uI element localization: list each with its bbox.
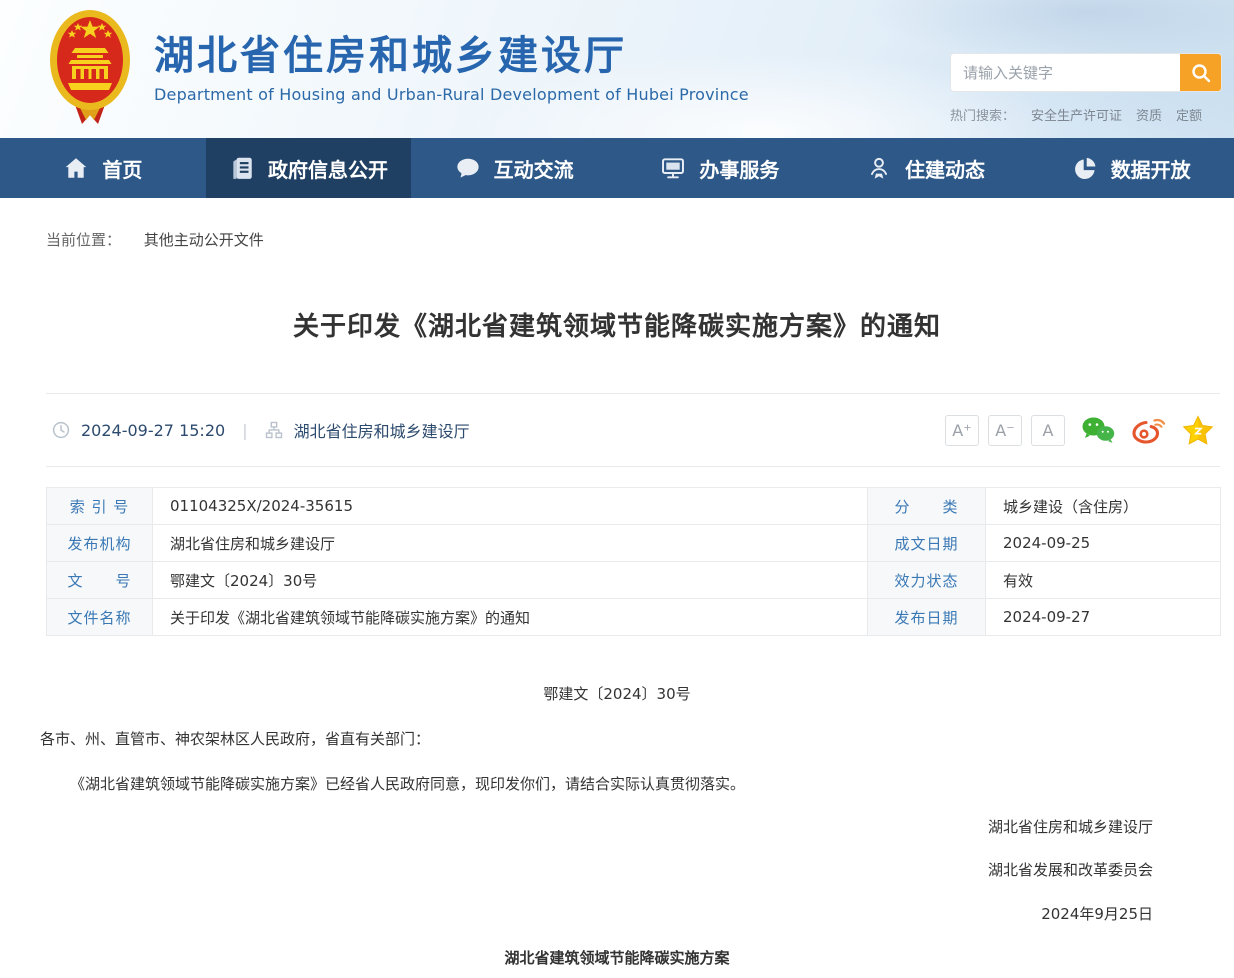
qzone-star-icon[interactable] [1182, 415, 1214, 445]
nav-item-label: 政府信息公开 [268, 154, 388, 183]
nav-item-label: 办事服务 [699, 154, 779, 183]
breadcrumb-current[interactable]: 其他主动公开文件 [144, 231, 264, 249]
hot-search-link[interactable]: 资质 [1136, 105, 1162, 124]
written-date-value: 2024-09-25 [986, 525, 1221, 562]
site-header: 湖北省住房和城乡建设厅 Department of Housing and Ur… [0, 0, 1234, 138]
nav-item-label: 首页 [102, 154, 142, 183]
body-paragraph: 《湖北省建筑领域节能降碳实施方案》已经省人民政府同意，现印发你们，请结合实际认真… [40, 774, 1194, 795]
nav-item-label: 互动交流 [494, 154, 574, 183]
breadcrumb-label: 当前位置： [46, 231, 121, 249]
table-row: 索 引 号 01104325X/2024-35615 分 类 城乡建设（含住房） [47, 488, 1221, 525]
file-name-value: 关于印发《湖北省建筑领域节能降碳实施方案》的通知 [153, 599, 868, 636]
article-title: 关于印发《湖北省建筑领域节能降碳实施方案》的通知 [60, 306, 1174, 343]
article-meta-row: 2024-09-27 15:20 | 湖北省住房和城乡建设厅 A⁺ A⁻ A [46, 393, 1220, 467]
national-emblem-icon [46, 8, 134, 126]
publish-datetime: 2024-09-27 15:20 [81, 421, 225, 440]
attachment-title: 湖北省建筑领域节能降碳实施方案 [40, 948, 1194, 969]
nav-item-label: 住建动态 [905, 154, 985, 183]
nav-item-label: 数据开放 [1111, 154, 1191, 183]
pie-chart-icon [1072, 155, 1098, 181]
clock-icon [52, 421, 70, 439]
nav-item-home[interactable]: 首页 [0, 138, 206, 198]
category-value: 城乡建设（含住房） [986, 488, 1221, 525]
wechat-share-icon[interactable] [1080, 415, 1116, 445]
document-info-table: 索 引 号 01104325X/2024-35615 分 类 城乡建设（含住房）… [46, 487, 1221, 636]
doc-number-value: 鄂建文〔2024〕30号 [153, 562, 868, 599]
nav-item-open-data[interactable]: 数据开放 [1028, 138, 1234, 198]
person-award-icon [866, 155, 892, 181]
search-bar [950, 53, 1222, 92]
hot-search: 热门搜索： 安全生产许可证 资质 定额 [950, 105, 1222, 124]
article-source: 湖北省住房和城乡建设厅 [294, 418, 470, 442]
validity-value: 有效 [986, 562, 1221, 599]
hot-search-link[interactable]: 安全生产许可证 [1031, 105, 1122, 124]
file-name-label: 文件名称 [47, 599, 153, 636]
sign-date: 2024年9月25日 [40, 904, 1194, 925]
written-date-label: 成文日期 [868, 525, 986, 562]
hot-search-link[interactable]: 定额 [1176, 105, 1202, 124]
font-increase-button[interactable]: A⁺ [945, 415, 979, 446]
signer: 湖北省发展和改革委员会 [40, 860, 1194, 881]
nav-item-gov-info[interactable]: 政府信息公开 [206, 138, 412, 198]
monitor-icon [660, 155, 686, 181]
validity-label: 效力状态 [868, 562, 986, 599]
search-button[interactable] [1180, 54, 1221, 91]
document-number: 鄂建文〔2024〕30号 [40, 684, 1194, 705]
index-number-label: 索 引 号 [47, 488, 153, 525]
publish-date-label: 发布日期 [868, 599, 986, 636]
source-site-icon [265, 421, 283, 439]
doc-number-label: 文 号 [47, 562, 153, 599]
site-title[interactable]: 湖北省住房和城乡建设厅 [154, 34, 749, 78]
chat-bubble-icon [455, 155, 481, 181]
table-row: 文件名称 关于印发《湖北省建筑领域节能降碳实施方案》的通知 发布日期 2024-… [47, 599, 1221, 636]
signer: 湖北省住房和城乡建设厅 [40, 817, 1194, 838]
site-subtitle: Department of Housing and Urban-Rural De… [154, 85, 749, 104]
main-nav: 首页 政府信息公开 互动交流 办事服务 [0, 138, 1234, 198]
table-row: 文 号 鄂建文〔2024〕30号 效力状态 有效 [47, 562, 1221, 599]
index-number-value: 01104325X/2024-35615 [153, 488, 868, 525]
weibo-share-icon[interactable] [1131, 415, 1167, 445]
search-icon [1190, 62, 1212, 84]
nav-item-services[interactable]: 办事服务 [617, 138, 823, 198]
national-emblem-logo [46, 8, 134, 130]
issuer-label: 发布机构 [47, 525, 153, 562]
search-input[interactable] [951, 54, 1180, 91]
category-label: 分 类 [868, 488, 986, 525]
issuer-value: 湖北省住房和城乡建设厅 [153, 525, 868, 562]
meta-divider: | [242, 421, 247, 440]
salutation: 各市、州、直管市、神农架林区人民政府，省直有关部门： [40, 729, 1194, 750]
hot-search-label: 热门搜索： [950, 105, 1015, 124]
font-reset-button[interactable]: A [1031, 415, 1065, 446]
nav-item-interaction[interactable]: 互动交流 [411, 138, 617, 198]
home-icon [63, 155, 89, 181]
publish-date-value: 2024-09-27 [986, 599, 1221, 636]
font-decrease-button[interactable]: A⁻ [988, 415, 1022, 446]
table-row: 发布机构 湖北省住房和城乡建设厅 成文日期 2024-09-25 [47, 525, 1221, 562]
breadcrumb: 当前位置： 其他主动公开文件 [46, 229, 1220, 250]
nav-item-news[interactable]: 住建动态 [823, 138, 1029, 198]
document-icon [229, 155, 255, 181]
document-body: 鄂建文〔2024〕30号 各市、州、直管市、神农架林区人民政府，省直有关部门： … [0, 684, 1234, 969]
